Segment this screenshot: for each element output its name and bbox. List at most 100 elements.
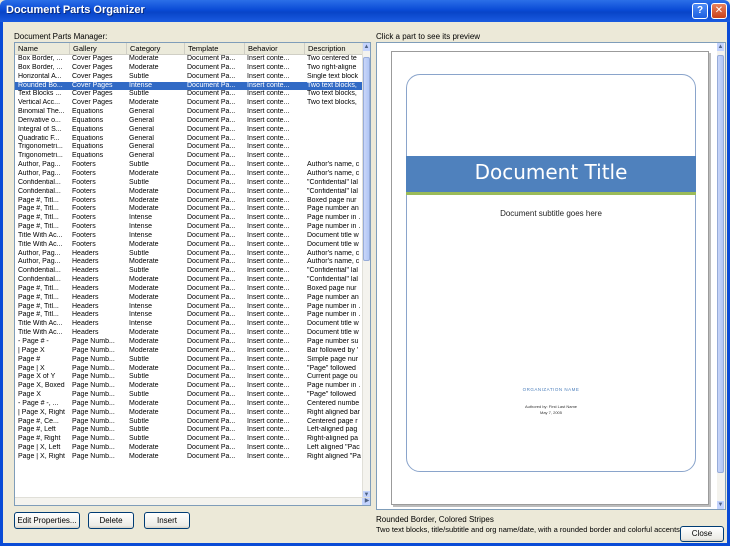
table-row[interactable]: Page #, Titl... Headers Intense Document Pa… — [15, 311, 364, 320]
table-row[interactable]: Rounded Bo... Cover Pages Intense Document … — [15, 81, 364, 91]
delete-button[interactable]: Delete — [88, 512, 134, 529]
table-cell: Document Pa... — [187, 231, 236, 239]
preview-scrollbar[interactable]: ▲ ▼ — [717, 43, 725, 509]
table-cell: Page #, Titl... — [18, 311, 59, 319]
scroll-up-icon[interactable]: ▲ — [363, 43, 370, 51]
column-header-description[interactable]: Description — [305, 43, 364, 55]
table-cell: Page number an — [307, 293, 359, 301]
table-row[interactable]: Page | X, Left Page Numb... Moderate Docume… — [15, 444, 364, 453]
list-horizontal-scrollbar[interactable]: ▶ — [15, 497, 370, 505]
table-cell: Insert conte... — [247, 364, 290, 372]
table-cell: Insert conte... — [247, 338, 290, 345]
table-cell: Simple page nur — [307, 355, 358, 363]
table-cell: Author's name, c — [307, 169, 360, 177]
table-row[interactable]: Author, Pag... Footers Subtle Document Pa..… — [15, 161, 364, 170]
table-cell: Subtle — [129, 373, 149, 381]
table-cell: Intense — [129, 81, 152, 89]
table-row[interactable]: | Page X, Right Page Numb... Moderate Docum… — [15, 409, 364, 418]
table-row[interactable]: Page #, Left Page Numb... Subtle Document P… — [15, 426, 364, 435]
table-row[interactable]: Author, Pag... Headers Subtle Document Pa..… — [15, 250, 364, 259]
insert-button[interactable]: Insert — [144, 512, 190, 529]
table-cell: Page # — [18, 355, 41, 363]
table-row[interactable]: Title With Ac... Footers Moderate Document … — [15, 241, 364, 250]
preview-date: May 7, 2005 — [539, 410, 562, 415]
table-row[interactable]: Quadratic F... Equations General Document P… — [15, 135, 364, 144]
table-cell: Document Pa... — [187, 355, 236, 363]
table-row[interactable]: Page | X, Right Page Numb... Moderate Docum… — [15, 453, 364, 462]
table-row[interactable]: Page #, Titl... Footers Intense Document Pa… — [15, 223, 364, 232]
table-cell: Subtle — [129, 90, 149, 98]
list-vertical-scrollbar[interactable]: ▲ ▼ — [362, 43, 370, 499]
table-cell: Document Pa... — [187, 302, 236, 310]
table-row[interactable]: Box Border, ... Cover Pages Moderate Docume… — [15, 55, 364, 64]
preview-scroll-down-icon[interactable]: ▼ — [717, 501, 724, 509]
close-icon[interactable]: ✕ — [711, 3, 727, 19]
table-cell: Moderate — [129, 452, 159, 460]
table-row[interactable]: Confidential... Footers Subtle Document Pa.… — [15, 179, 364, 188]
table-cell: "Page" followed — [307, 364, 356, 372]
table-cell: Cover Pages — [72, 99, 113, 107]
scroll-thumb[interactable] — [363, 57, 370, 261]
table-row[interactable]: Page X Page Numb... Subtle Document Pa... In… — [15, 391, 364, 400]
table-row[interactable]: Title With Ac... Headers Moderate Document … — [15, 329, 364, 338]
parts-list[interactable]: Name Gallery Category Template Behavior … — [14, 42, 371, 506]
table-row[interactable]: | Page X Page Numb... Moderate Document Pa.… — [15, 347, 364, 356]
table-cell: Document Pa... — [187, 81, 236, 89]
table-row[interactable]: Confidential... Headers Moderate Document P… — [15, 276, 364, 285]
preview-scroll-thumb[interactable] — [717, 55, 724, 473]
table-cell: Two right-aligne — [307, 63, 357, 71]
close-button[interactable]: Close — [680, 526, 724, 542]
table-cell: Binomial The... — [18, 108, 65, 116]
table-row[interactable]: Binomial The... Equations General Document … — [15, 108, 364, 117]
column-header-gallery[interactable]: Gallery — [70, 43, 127, 55]
table-cell: Page Numb... — [72, 382, 115, 390]
column-header-template[interactable]: Template — [185, 43, 245, 55]
table-row[interactable]: Page # Page Numb... Subtle Document Pa... In… — [15, 356, 364, 365]
table-cell: Page Numb... — [72, 426, 115, 434]
table-row[interactable]: Derivative o... Equations General Document … — [15, 117, 364, 126]
table-row[interactable]: Confidential... Headers Subtle Document Pa.… — [15, 267, 364, 276]
table-row[interactable]: Integral of S... Equations General Document… — [15, 126, 364, 135]
table-cell: Moderate — [129, 99, 159, 107]
table-row[interactable]: Page #, Titl... Footers Moderate Document P… — [15, 205, 364, 214]
table-row[interactable]: Confidential... Footers Moderate Document P… — [15, 188, 364, 197]
table-cell: Insert conte... — [247, 55, 290, 62]
table-cell: Document title w — [307, 240, 359, 248]
table-row[interactable]: Author, Pag... Footers Moderate Document Pa… — [15, 170, 364, 179]
table-row[interactable]: Trigonometri... Equations General Document … — [15, 143, 364, 152]
table-row[interactable]: Page X, Boxed Page Numb... Moderate Documen… — [15, 382, 364, 391]
table-row[interactable]: - Page # -, ... Page Numb... Moderate Docum… — [15, 400, 364, 409]
table-row[interactable]: Page #, Titl... Headers Moderate Document P… — [15, 285, 364, 294]
edit-properties-button[interactable]: Edit Properties... — [14, 512, 80, 529]
column-header-behavior[interactable]: Behavior — [245, 43, 305, 55]
table-row[interactable]: Page #, Titl... Headers Intense Document Pa… — [15, 303, 364, 312]
column-header-name[interactable]: Name — [15, 43, 70, 55]
preview-scroll-up-icon[interactable]: ▲ — [717, 43, 724, 51]
table-row[interactable]: Page #, Titl... Footers Moderate Document P… — [15, 197, 364, 206]
table-row[interactable]: Page #, Ce... Page Numb... Subtle Document … — [15, 418, 364, 427]
table-cell: Headers — [72, 249, 99, 257]
table-row[interactable]: Trigonometri... Equations General Document … — [15, 152, 364, 161]
table-row[interactable]: Box Border, ... Cover Pages Moderate Docume… — [15, 64, 364, 73]
table-cell: Document Pa... — [187, 276, 236, 284]
table-cell: Subtle — [129, 161, 149, 169]
table-row[interactable]: Page | X Page Numb... Moderate Document Pa.… — [15, 365, 364, 374]
table-row[interactable]: Page #, Right Page Numb... Subtle Document … — [15, 435, 364, 444]
table-row[interactable]: Text Blocks ... Cover Pages Subtle Document… — [15, 90, 364, 99]
help-icon[interactable]: ? — [692, 3, 708, 19]
table-cell: Page Numb... — [72, 399, 115, 407]
table-row[interactable]: Vertical Acc... Cover Pages Moderate Docume… — [15, 99, 364, 108]
column-header-category[interactable]: Category — [127, 43, 185, 55]
table-cell: Box Border, ... — [18, 63, 63, 71]
table-cell: Centered numbe — [307, 399, 360, 407]
scroll-right-icon[interactable]: ▶ — [362, 498, 370, 505]
table-row[interactable]: Page #, Titl... Footers Intense Document Pa… — [15, 214, 364, 223]
table-row[interactable]: Page X of Y Page Numb... Subtle Document Pa… — [15, 373, 364, 382]
table-row[interactable]: Author, Pag... Headers Moderate Document Pa… — [15, 258, 364, 267]
table-row[interactable]: Horizontal A... Cover Pages Subtle Document… — [15, 73, 364, 82]
table-cell: Subtle — [129, 72, 149, 80]
table-row[interactable]: Title With Ac... Headers Intense Document P… — [15, 320, 364, 329]
table-row[interactable]: Page #, Titl... Headers Moderate Document P… — [15, 294, 364, 303]
table-row[interactable]: - Page # - Page Numb... Moderate Document P… — [15, 338, 364, 347]
table-row[interactable]: Title With Ac... Footers Intense Document P… — [15, 232, 364, 241]
